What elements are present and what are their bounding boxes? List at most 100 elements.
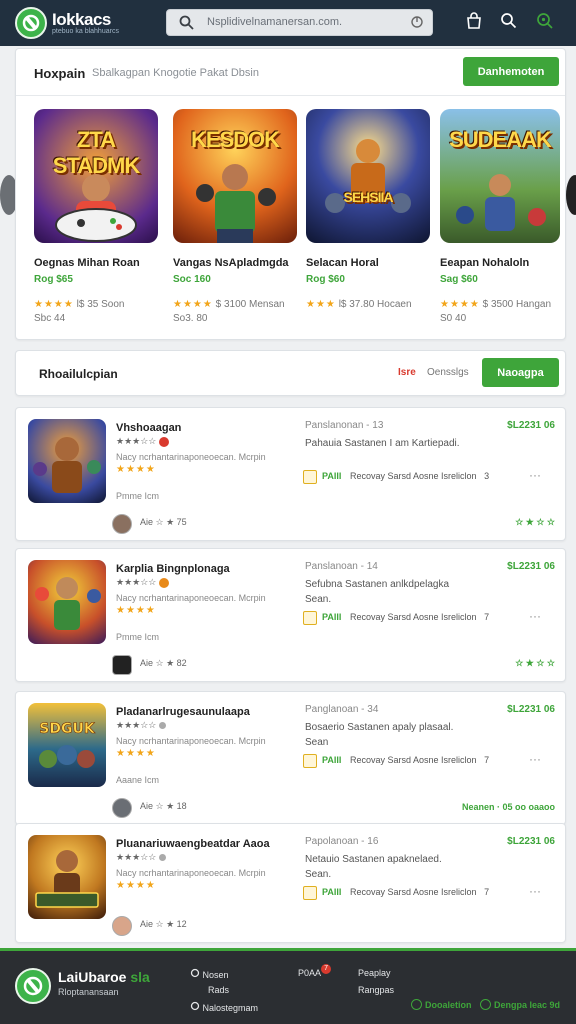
more-options-icon[interactable]: ··· — [529, 752, 541, 766]
game-name[interactable]: Pladanarlrugesaunulaapa — [116, 706, 250, 718]
refresh-icon[interactable] — [410, 15, 424, 34]
search-input[interactable]: Nsplidivelnamanersan.com. — [166, 9, 433, 36]
chat-icon — [190, 1001, 200, 1011]
tag-label: PAIII — [322, 471, 342, 481]
game-card[interactable]: SEHSIIA Selacan Horal Rog $60 ★★★ l$ 37.… — [306, 109, 430, 310]
game-card[interactable]: SUDEAAK Eeapan Nohaloln Sag $60 ★★★★ $ 3… — [440, 109, 560, 324]
review-meta: Aie ☆ ★ 18 — [140, 801, 187, 811]
divider — [16, 95, 565, 96]
release-label: Panslanoan - 14 — [305, 561, 378, 572]
game-subinfo: Sbc 44 — [34, 313, 66, 324]
game-thumbnail[interactable]: KESDOK — [173, 109, 297, 243]
search-icon — [179, 15, 194, 35]
game-thumbnail[interactable] — [28, 835, 106, 919]
tag-count: 7 — [484, 887, 490, 897]
row-footer-rating[interactable]: ☆ ★ ☆ ☆ — [515, 517, 555, 528]
filter-tag[interactable]: Isre — [398, 367, 416, 378]
game-name: Oegnas Mihan Roan — [34, 257, 140, 269]
footer-link[interactable]: Rads — [208, 985, 229, 995]
footer-link-label: Nalostegmam — [202, 1003, 259, 1013]
summary-text-line2: Sean — [305, 737, 329, 748]
tag-icon — [303, 611, 317, 625]
featured-title: Hoxpain — [34, 66, 86, 81]
tag-label: PAIII — [322, 612, 342, 622]
game-thumbnail[interactable] — [28, 419, 106, 503]
tag-count: 3 — [484, 471, 490, 481]
row-footer-rating[interactable]: ☆ ★ ☆ ☆ — [515, 658, 555, 669]
summary-text: Bosaerio Sastanen apaly plasaal. — [305, 722, 454, 733]
recommendation-button[interactable]: Naoagpa — [482, 358, 559, 387]
footer-link[interactable]: Nalostegmam — [190, 1001, 258, 1013]
tag-text: Recovay Sarsd Aosne Isreliclon 7 — [350, 755, 489, 765]
footer-logo-icon[interactable] — [15, 968, 51, 1004]
featured-section: Hoxpain Sbalkagpan Knogotie Pakat Dbsin … — [15, 48, 566, 340]
avatar[interactable] — [112, 514, 132, 534]
rating-badge: ★★★☆☆ — [116, 577, 169, 588]
review-meta: Aie ☆ ★ 82 — [140, 658, 187, 668]
tag-text-label: Recovay Sarsd Aosne Isreliclon — [350, 612, 477, 622]
tag-text-label: Recovay Sarsd Aosne Isreliclon — [350, 471, 477, 481]
game-thumbnail[interactable]: ZTA STADMK — [34, 109, 158, 243]
thumbnail-art-text: SEHSIIA — [343, 189, 393, 205]
game-name: Selacan Horal — [306, 257, 379, 269]
footer-brand-accent: sla — [130, 969, 150, 985]
game-rating: ★★★★ $ 3500 Hangan — [440, 299, 560, 310]
game-rating: ★★★★ l$ 35 Soon — [34, 299, 158, 310]
tag-label: PAIII — [322, 887, 342, 897]
list-item[interactable]: Karplia Bingnplonaga ★★★☆☆ Nacy ncrhanta… — [15, 548, 566, 682]
star-rating: ★★★☆☆ — [116, 436, 157, 446]
footer-link[interactable]: Peaplay — [358, 968, 391, 978]
notifications-link[interactable]: P0AA 7 — [298, 964, 332, 978]
footer-link[interactable]: Nosen — [190, 968, 229, 980]
list-item[interactable]: SDGUK Pladanarlrugesaunulaapa ★★★☆☆ Nacy… — [15, 691, 566, 825]
more-options-icon[interactable]: ··· — [529, 609, 541, 623]
release-label: Panglanoan - 34 — [305, 704, 379, 715]
game-name[interactable]: Karplia Bingnplonaga — [116, 563, 230, 575]
list-item[interactable]: Vhshoaagan ★★★☆☆ Nacy ncrhantarinaponeoe… — [15, 407, 566, 541]
more-options-icon[interactable]: ··· — [529, 884, 541, 898]
game-thumbnail[interactable]: SEHSIIA — [306, 109, 430, 243]
star-rating: ★★★☆☆ — [116, 720, 157, 730]
footer-pill[interactable]: Dooaletion — [411, 999, 472, 1010]
star-rating: ★★★★ — [116, 748, 156, 759]
featured-action-button[interactable]: Danhemoten — [463, 57, 559, 86]
rating-badge: ★★★☆☆ — [116, 852, 166, 863]
row-footer-link[interactable]: Neanen · 05 oo oaaoo — [462, 802, 555, 812]
cart-icon[interactable] — [466, 12, 482, 35]
game-name[interactable]: Vhshoaagan — [116, 422, 181, 434]
footer-link-label: Nosen — [202, 970, 229, 980]
tag-icon — [303, 470, 317, 484]
record-icon — [158, 577, 169, 588]
logo-icon[interactable] — [15, 7, 47, 39]
brand-tagline: ptebuo ka blahhuarcs — [52, 28, 119, 35]
game-card[interactable]: KESDOK Vangas NsApladmgda Soc 160 ★★★★ $… — [173, 109, 297, 324]
game-description: Nacy ncrhantarinaponeoecan. Mcrpin — [116, 593, 266, 603]
review-meta: Aie ☆ ★ 75 — [140, 517, 187, 527]
avatar[interactable] — [112, 798, 132, 818]
game-rating: ★★★★ $ 3100 Mensan — [173, 299, 297, 310]
game-card[interactable]: ZTA STADMK Oegnas Mihan Roan Rog $65 ★★★… — [34, 109, 158, 324]
search-placeholder: Nsplidivelnamanersan.com. — [207, 16, 343, 28]
developer-label: Pmme Icm — [116, 491, 160, 501]
game-thumbnail[interactable]: SUDEAAK — [440, 109, 560, 243]
game-thumbnail[interactable]: SDGUK — [28, 703, 106, 787]
filter-label[interactable]: Oensslgs — [427, 367, 469, 378]
carousel-next-arrow[interactable] — [566, 175, 576, 215]
list-item[interactable]: Pluanariuwaengbeatdar Aaoa ★★★☆☆ Nacy nc… — [15, 823, 566, 943]
search-icon[interactable] — [500, 12, 517, 34]
game-name[interactable]: Pluanariuwaengbeatdar Aaoa — [116, 838, 270, 850]
summary-text: Pahauia Sastanen I am Kartiepadi. — [305, 438, 460, 449]
game-thumbnail[interactable] — [28, 560, 106, 644]
star-rating: ★★★★ — [116, 464, 156, 475]
game-subinfo: So3. 80 — [173, 313, 208, 324]
more-options-icon[interactable]: ··· — [529, 468, 541, 482]
tag-icon — [303, 886, 317, 900]
avatar[interactable] — [112, 916, 132, 936]
avatar[interactable] — [112, 655, 132, 675]
game-description: Nacy ncrhantarinaponeoecan. Mcrpin — [116, 452, 266, 462]
footer-link[interactable]: Rangpas — [358, 985, 394, 995]
star-rating: ★★★☆☆ — [116, 852, 157, 862]
rating-text: $ 3500 Hangan — [482, 299, 552, 310]
discover-icon[interactable] — [536, 12, 553, 34]
footer-pill[interactable]: Dengpa Ieac 9d — [480, 999, 560, 1010]
